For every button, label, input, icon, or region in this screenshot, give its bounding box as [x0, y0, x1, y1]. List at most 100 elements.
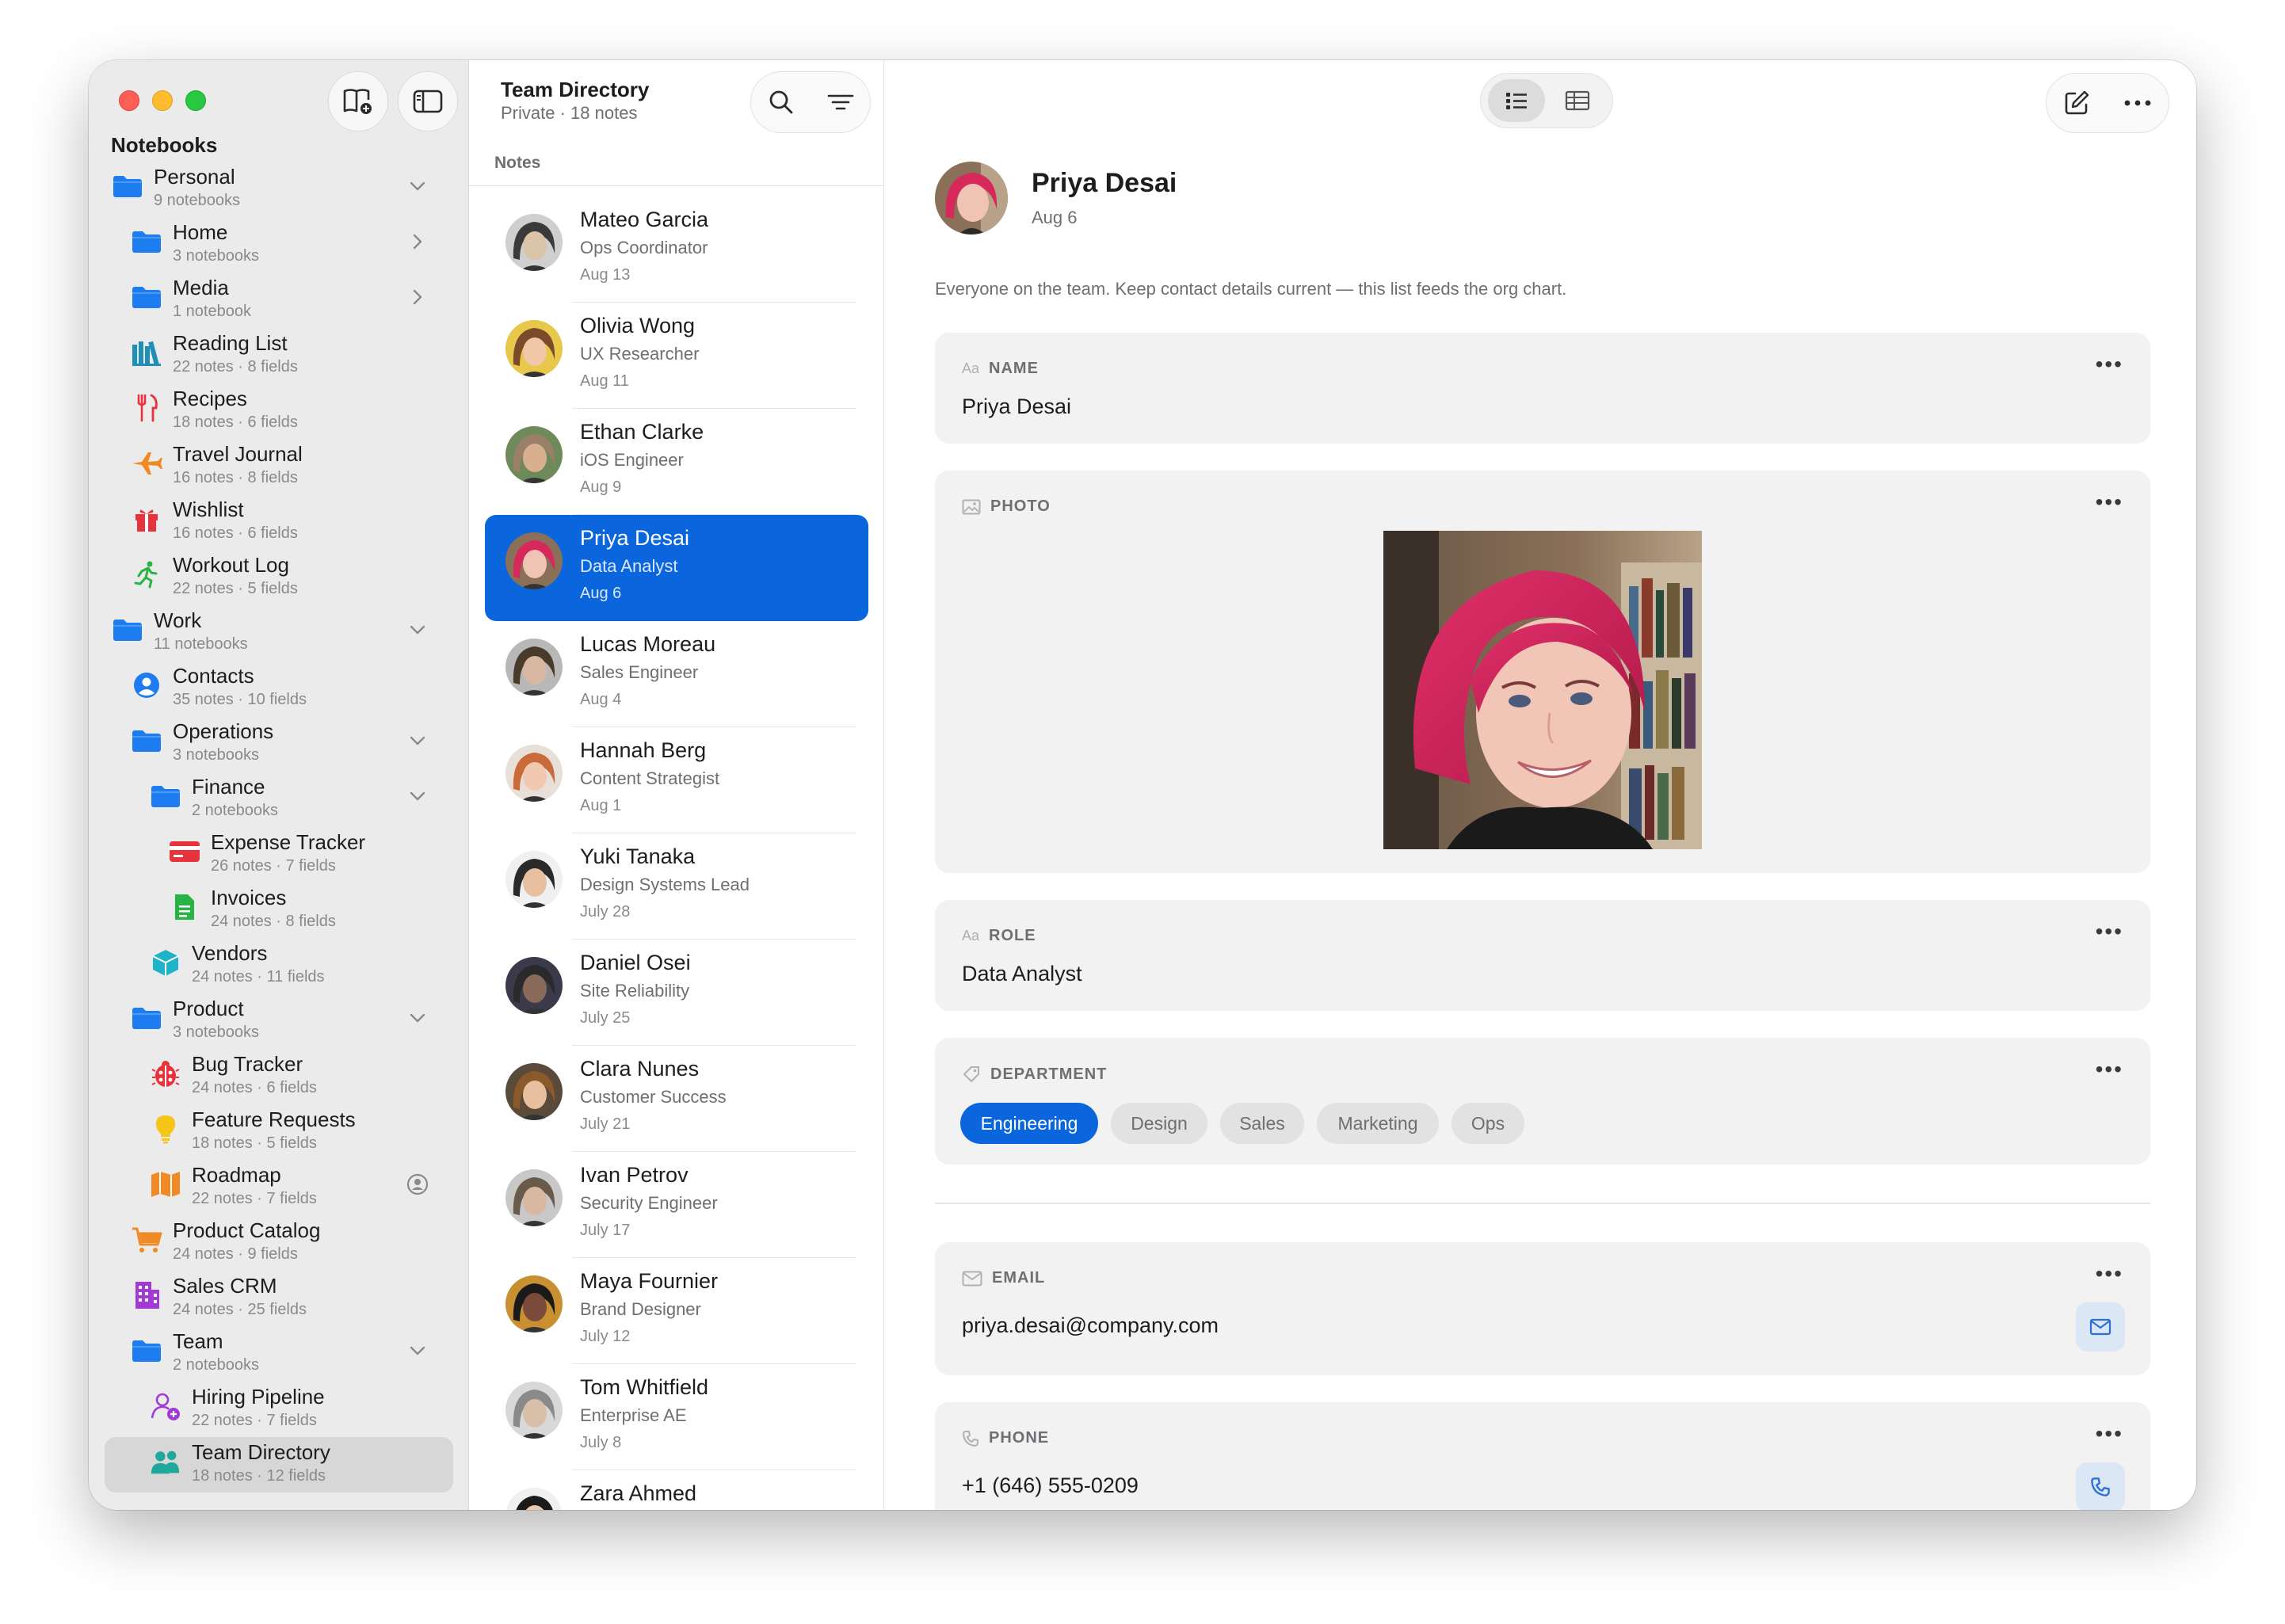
field-label: PHOTO — [962, 497, 1051, 516]
chevron-right-icon[interactable] — [406, 285, 429, 309]
chevron-down-icon[interactable] — [406, 784, 429, 808]
sidebar-item-roadmap[interactable]: Roadmap 22 notes · 7 fields — [89, 1160, 469, 1215]
note-row[interactable]: Maya Fournier Brand Designer July 12 — [485, 1258, 868, 1364]
note-row[interactable]: Lucas Moreau Sales Engineer Aug 4 — [485, 621, 868, 727]
table-view-button[interactable] — [1549, 79, 1606, 122]
sidebar-item-team[interactable]: Team 2 notebooks — [89, 1326, 469, 1382]
notebook-description: Everyone on the team. Keep contact detai… — [935, 279, 1567, 299]
filter-button[interactable] — [826, 90, 855, 114]
sidebar-item-personal[interactable]: Personal 9 notebooks — [89, 162, 469, 217]
profile-photo[interactable] — [1383, 531, 1702, 849]
note-row[interactable]: Clara Nunes Customer Success July 21 — [485, 1046, 868, 1152]
department-option-design[interactable]: Design — [1111, 1103, 1207, 1144]
sidebar-item-invoices[interactable]: Invoices 24 notes · 8 fields — [89, 883, 469, 938]
note-row[interactable]: Ivan Petrov Security Engineer July 17 — [485, 1152, 868, 1258]
map-icon — [149, 1168, 182, 1201]
note-row[interactable]: Ethan Clarke iOS Engineer Aug 9 — [485, 409, 868, 515]
sidebar-item-feature-requests[interactable]: Feature Requests 18 notes · 5 fields — [89, 1104, 469, 1160]
email-value[interactable]: priya.desai@company.com — [962, 1313, 1219, 1338]
notebook-tree: Personal 9 notebooks Home 3 notebooks Media 1… — [89, 162, 469, 1492]
chevron-down-icon[interactable] — [406, 174, 429, 198]
department-option-ops[interactable]: Ops — [1451, 1103, 1524, 1144]
compose-button[interactable] — [2063, 90, 2090, 116]
chevron-right-icon[interactable] — [406, 230, 429, 254]
note-row[interactable]: Priya Desai Data Analyst Aug 6 — [485, 515, 868, 621]
sidebar-item-bug-tracker[interactable]: Bug Tracker 24 notes · 6 fields — [89, 1049, 469, 1104]
sidebar-item-product-catalog[interactable]: Product Catalog 24 notes · 9 fields — [89, 1215, 469, 1271]
field-photo-card[interactable]: PHOTO ••• — [935, 471, 2150, 873]
note-row[interactable]: Daniel Osei Site Reliability July 25 — [485, 940, 868, 1046]
sidebar-item-label: Personal — [154, 165, 235, 189]
sidebar-item-subtitle: 24 notes · 25 fields — [173, 1301, 307, 1318]
new-notebook-button[interactable] — [328, 71, 388, 132]
minimize-window-button[interactable] — [152, 90, 173, 111]
sidebar-item-subtitle: 3 notebooks — [173, 746, 259, 764]
department-option-marketing[interactable]: Marketing — [1317, 1103, 1439, 1144]
field-menu-button[interactable]: ••• — [2096, 1058, 2123, 1081]
department-option-sales[interactable]: Sales — [1220, 1103, 1304, 1144]
field-email-card[interactable]: EMAIL ••• priya.desai@company.com — [935, 1242, 2150, 1375]
note-row[interactable]: Tom Whitfield Enterprise AE July 8 — [485, 1364, 868, 1470]
sidebar-item-travel-journal[interactable]: Travel Journal 16 notes · 8 fields — [89, 439, 469, 494]
note-row[interactable]: Olivia Wong UX Researcher Aug 11 — [485, 303, 868, 409]
sidebar-item-label: Media — [173, 276, 229, 299]
sidebar-item-label: Workout Log — [173, 553, 289, 577]
sidebar-item-label: Roadmap — [192, 1163, 281, 1187]
department-option-engineering[interactable]: Engineering — [960, 1103, 1098, 1144]
close-window-button[interactable] — [119, 90, 139, 111]
field-menu-button[interactable]: ••• — [2096, 353, 2123, 376]
chevron-down-icon[interactable] — [406, 729, 429, 753]
role-value[interactable]: Data Analyst — [962, 962, 1082, 986]
sidebar-item-operations[interactable]: Operations 3 notebooks — [89, 716, 469, 772]
tag-icon — [963, 1066, 979, 1082]
sidebar-item-expense-tracker[interactable]: Expense Tracker 26 notes · 7 fields — [89, 827, 469, 883]
toggle-sidebar-button[interactable] — [398, 71, 458, 132]
field-menu-button[interactable]: ••• — [2096, 921, 2123, 943]
text-field-icon: Aa — [962, 928, 980, 944]
sidebar-item-recipes[interactable]: Recipes 18 notes · 6 fields — [89, 383, 469, 439]
sidebar-item-hiring-pipeline[interactable]: Hiring Pipeline 22 notes · 7 fields — [89, 1382, 469, 1437]
sidebar-item-wishlist[interactable]: Wishlist 16 notes · 6 fields — [89, 494, 469, 550]
note-row[interactable]: Mateo Garcia Ops Coordinator Aug 13 — [485, 196, 868, 303]
note-title: Hannah Berg — [580, 738, 707, 762]
sidebar-item-work[interactable]: Work 11 notebooks — [89, 605, 469, 661]
chevron-down-icon[interactable] — [406, 618, 429, 642]
field-phone-card[interactable]: PHONE ••• +1 (646) 555-0209 — [935, 1402, 2150, 1510]
more-button[interactable] — [2123, 99, 2152, 107]
sidebar-item-contacts[interactable]: Contacts 35 notes · 10 fields — [89, 661, 469, 716]
sidebar-item-home[interactable]: Home 3 notebooks — [89, 217, 469, 273]
note-row[interactable]: Yuki Tanaka Design Systems Lead July 28 — [485, 833, 868, 940]
sidebar-item-media[interactable]: Media 1 notebook — [89, 273, 469, 328]
field-menu-button[interactable]: ••• — [2096, 1423, 2123, 1445]
list-view-button[interactable] — [1487, 79, 1545, 122]
call-phone-button[interactable] — [2076, 1462, 2125, 1510]
note-title: Maya Fournier — [580, 1269, 719, 1293]
send-email-button[interactable] — [2076, 1302, 2125, 1351]
sidebar-item-product[interactable]: Product 3 notebooks — [89, 993, 469, 1049]
sidebar-item-reading-list[interactable]: Reading List 22 notes · 8 fields — [89, 328, 469, 383]
name-value[interactable]: Priya Desai — [962, 395, 1071, 419]
field-menu-button[interactable]: ••• — [2096, 491, 2123, 513]
sidebar-item-sales-crm[interactable]: Sales CRM 24 notes · 25 fields — [89, 1271, 469, 1326]
sidebar-item-finance[interactable]: Finance 2 notebooks — [89, 772, 469, 827]
field-name-card[interactable]: Aa NAME ••• Priya Desai — [935, 333, 2150, 444]
field-department-card[interactable]: DEPARTMENT ••• Engineering Design Sales … — [935, 1038, 2150, 1165]
sidebar-item-team-directory[interactable]: Team Directory 18 notes · 12 fields — [105, 1437, 453, 1492]
field-menu-button[interactable]: ••• — [2096, 1263, 2123, 1285]
note-title: Lucas Moreau — [580, 632, 716, 656]
field-label: Aa ROLE — [962, 927, 1036, 944]
chevron-down-icon[interactable] — [406, 1006, 429, 1030]
phone-value[interactable]: +1 (646) 555-0209 — [962, 1473, 1139, 1498]
field-role-card[interactable]: Aa ROLE ••• Data Analyst — [935, 900, 2150, 1011]
sidebar-item-vendors[interactable]: Vendors 24 notes · 11 fields — [89, 938, 469, 993]
sidebar-item-label: Recipes — [173, 387, 247, 410]
avatar — [505, 214, 563, 271]
chevron-down-icon[interactable] — [406, 1339, 429, 1363]
note-row[interactable]: Zara Ahmed — [485, 1470, 868, 1510]
zoom-window-button[interactable] — [185, 90, 206, 111]
note-row[interactable]: Hannah Berg Content Strategist Aug 1 — [485, 727, 868, 833]
folder-icon — [149, 780, 182, 813]
search-button[interactable] — [767, 88, 795, 116]
avatar — [505, 1382, 563, 1439]
sidebar-item-workout-log[interactable]: Workout Log 22 notes · 5 fields — [89, 550, 469, 605]
